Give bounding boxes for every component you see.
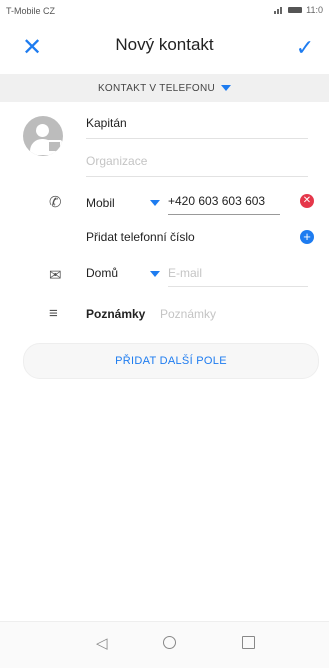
phone-number-value: +420 603 603 603 [168, 194, 266, 208]
close-icon: ✕ [302, 195, 312, 206]
account-selector[interactable]: KONTAKT V TELEFONU [0, 74, 329, 102]
camera-icon [47, 140, 62, 153]
status-bar: T-Mobile CZ 11:0 [0, 0, 329, 22]
notes-input[interactable]: Poznámky [160, 307, 308, 327]
save-button[interactable]: ✓ [291, 34, 319, 62]
phone-type-selector[interactable]: Mobil [86, 196, 115, 210]
chevron-down-icon[interactable] [150, 200, 160, 206]
email-placeholder: E-mail [168, 266, 203, 280]
notes-label: Poznámky [86, 307, 146, 321]
back-icon[interactable]: ◁ [96, 634, 108, 652]
phone-number-input[interactable]: +420 603 603 603 [168, 194, 280, 215]
recent-apps-icon[interactable] [242, 636, 255, 649]
mail-icon: ✉ [49, 267, 62, 284]
email-input[interactable]: E-mail [168, 266, 308, 287]
clock: 11:0 [306, 5, 323, 15]
carrier-label: T-Mobile CZ [6, 6, 56, 16]
chevron-down-icon[interactable] [150, 271, 160, 277]
title-bar: ✕ Nový kontakt ✓ [0, 26, 329, 70]
add-field-button[interactable]: PŘIDAT DALŠÍ POLE [23, 343, 319, 379]
add-phone-button[interactable]: + [300, 230, 314, 244]
navigation-bar: ◁ [0, 621, 329, 668]
avatar[interactable] [23, 116, 63, 156]
phone-icon: ✆ [49, 194, 62, 211]
name-field[interactable]: Kapitán [86, 116, 308, 139]
notes-icon: ≡ [49, 305, 58, 322]
organization-placeholder: Organizace [86, 154, 148, 168]
signal-icon [274, 6, 284, 14]
add-phone-label: Přidat telefonní číslo [86, 230, 195, 244]
account-selector-label: KONTAKT V TELEFONU [97, 82, 216, 94]
plus-icon: + [303, 229, 311, 244]
email-type-selector[interactable]: Domů [86, 266, 118, 280]
chevron-down-icon [221, 85, 232, 91]
status-icons: 11:0 [274, 5, 323, 15]
battery-icon [288, 7, 303, 13]
page-title: Nový kontakt [115, 35, 214, 54]
organization-field[interactable]: Organizace [86, 154, 308, 177]
clear-phone-button[interactable]: ✕ [300, 194, 314, 208]
notes-placeholder: Poznámky [160, 307, 217, 321]
add-phone-row[interactable]: Přidat telefonní číslo [86, 230, 308, 250]
check-icon: ✓ [295, 35, 315, 60]
name-value: Kapitán [86, 116, 127, 130]
home-icon[interactable] [163, 636, 176, 649]
